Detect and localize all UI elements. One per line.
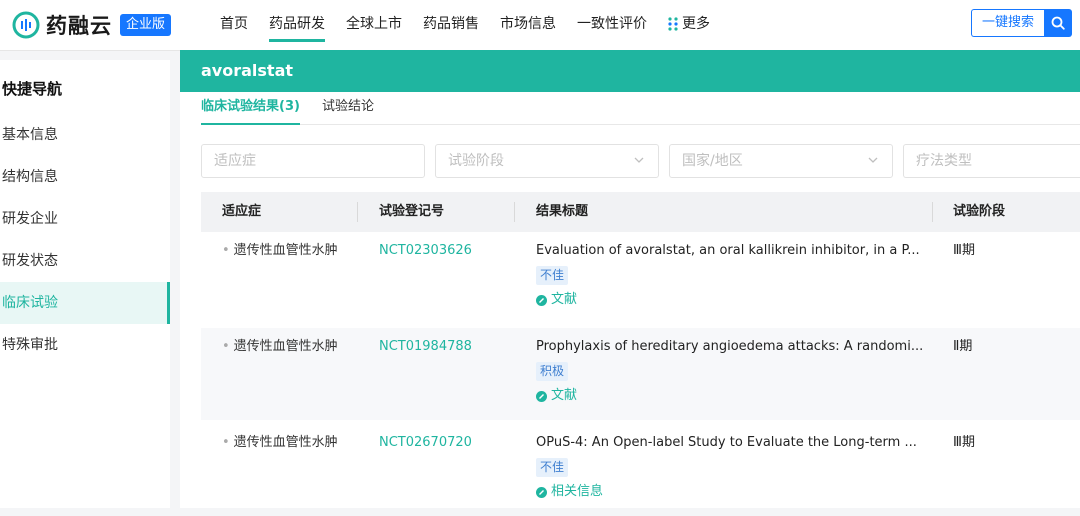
country-filter-placeholder: 国家/地区: [682, 153, 743, 169]
phase-cell: Ⅱ期: [953, 339, 973, 354]
literature-link-label: 文献: [551, 388, 578, 403]
top-bar: 药融云 企业版 首页 药品研发 全球上市 药品销售 市场信息 一致性评价 更多 …: [0, 0, 1080, 51]
column-divider: [932, 202, 933, 222]
table-row: • 遗传性血管性水肿 NCT02303626 Evaluation of avor…: [201, 232, 1080, 324]
related-info-link-label: 相关信息: [551, 484, 604, 499]
result-tabs: 临床试验结果(3) 试验结论: [201, 92, 1080, 125]
indication-cell: • 遗传性血管性水肿: [222, 434, 338, 452]
therapy-filter-placeholder: 疗法类型: [916, 153, 972, 169]
enterprise-badge: 企业版: [120, 14, 172, 36]
related-info-link[interactable]: 相关信息: [536, 483, 603, 501]
indication-filter-input[interactable]: 适应症: [201, 144, 425, 178]
therapy-filter-select[interactable]: 疗法类型: [903, 144, 1080, 178]
search-submit-button[interactable]: [1044, 9, 1072, 37]
quick-nav-sidebar: 快捷导航 基本信息 结构信息 研发企业 研发状态 临床试验 特殊审批: [0, 60, 170, 508]
indication-text: 遗传性血管性水肿: [233, 243, 338, 258]
phase-cell: Ⅲ期: [953, 435, 975, 450]
country-filter-select[interactable]: 国家/地区: [669, 144, 893, 178]
column-header-indication: 适应症: [222, 204, 262, 219]
nav-drug-sales[interactable]: 药品销售: [423, 0, 479, 50]
column-divider: [357, 202, 358, 222]
indication-cell: • 遗传性血管性水肿: [222, 242, 338, 260]
column-header-nct: 试验登记号: [379, 204, 445, 219]
result-tag: 不佳: [536, 458, 569, 477]
bullet-dot: •: [222, 435, 230, 450]
brand-name: 药融云: [46, 14, 112, 38]
result-title[interactable]: OPuS-4: An Open-label Study to Evaluate …: [536, 434, 917, 452]
result-title[interactable]: Evaluation of avoralstat, an oral kallik…: [536, 242, 920, 260]
tab-trial-conclusion[interactable]: 试验结论: [322, 98, 374, 116]
nav-home[interactable]: 首页: [220, 0, 248, 50]
chevron-down-icon: [634, 157, 644, 163]
indication-text: 遗传性血管性水肿: [233, 435, 338, 450]
sidebar-item-structure-info[interactable]: 结构信息: [0, 156, 170, 198]
result-title[interactable]: Prophylaxis of hereditary angioedema att…: [536, 338, 923, 356]
nav-market-info[interactable]: 市场信息: [500, 0, 556, 50]
table-header: 适应症 试验登记号 结果标题 试验阶段: [201, 192, 1080, 232]
phase-filter-placeholder: 试验阶段: [448, 153, 504, 169]
phase-cell: Ⅲ期: [953, 243, 975, 258]
table-row: • 遗传性血管性水肿 NCT01984788 Prophylaxis of her…: [201, 328, 1080, 420]
indication-text: 遗传性血管性水肿: [233, 339, 338, 354]
nct-link[interactable]: NCT01984788: [379, 338, 472, 356]
nav-consistency-eval[interactable]: 一致性评价: [577, 0, 647, 50]
drug-header: avoralstat: [180, 50, 1080, 92]
sidebar-item-basic-info[interactable]: 基本信息: [0, 114, 170, 156]
table-row: • 遗传性血管性水肿 NCT02670720 OPuS-4: An Open-la…: [201, 424, 1080, 516]
phase-filter-select[interactable]: 试验阶段: [435, 144, 659, 178]
column-divider: [514, 202, 515, 222]
literature-link[interactable]: 文献: [536, 291, 577, 309]
result-tag: 不佳: [536, 266, 569, 285]
dots-grid-icon: [668, 17, 678, 31]
nav-more-label: 更多: [682, 16, 710, 32]
nct-link[interactable]: NCT02303626: [379, 242, 472, 260]
quick-search-button[interactable]: 一键搜索: [971, 9, 1044, 37]
literature-link[interactable]: 文献: [536, 387, 577, 405]
nav-more[interactable]: 更多: [668, 0, 710, 50]
literature-link-label: 文献: [551, 292, 578, 307]
main-nav: 首页 药品研发 全球上市 药品销售 市场信息 一致性评价 更多: [220, 0, 731, 50]
main-content: avoralstat 临床试验结果(3) 试验结论 适应症 试验阶段 国家/地区…: [180, 50, 1080, 508]
column-header-result-title: 结果标题: [536, 204, 589, 219]
result-tag: 积极: [536, 362, 569, 381]
brand-logo[interactable]: 药融云 企业版: [12, 10, 172, 40]
column-header-phase: 试验阶段: [953, 204, 1006, 219]
bullet-dot: •: [222, 243, 230, 258]
search-icon: [1051, 16, 1065, 30]
drug-name: avoralstat: [201, 61, 294, 80]
logo-icon: [12, 11, 40, 39]
sidebar-title: 快捷导航: [2, 80, 63, 98]
sidebar-item-rd-status[interactable]: 研发状态: [0, 240, 170, 282]
tab-trial-results[interactable]: 临床试验结果(3): [201, 98, 300, 125]
link-icon: [536, 294, 547, 306]
link-icon: [536, 390, 547, 402]
indication-filter-placeholder: 适应症: [214, 153, 256, 169]
sidebar-item-rd-company[interactable]: 研发企业: [0, 198, 170, 240]
sidebar-item-clinical-trials[interactable]: 临床试验: [0, 282, 170, 324]
sidebar-item-special-approval[interactable]: 特殊审批: [0, 324, 170, 366]
chevron-down-icon: [868, 157, 878, 163]
link-icon: [536, 486, 547, 498]
bullet-dot: •: [222, 339, 230, 354]
nav-drug-rd[interactable]: 药品研发: [269, 0, 325, 50]
indication-cell: • 遗传性血管性水肿: [222, 338, 338, 356]
nav-global-launch[interactable]: 全球上市: [346, 0, 402, 50]
nct-link[interactable]: NCT02670720: [379, 434, 472, 452]
